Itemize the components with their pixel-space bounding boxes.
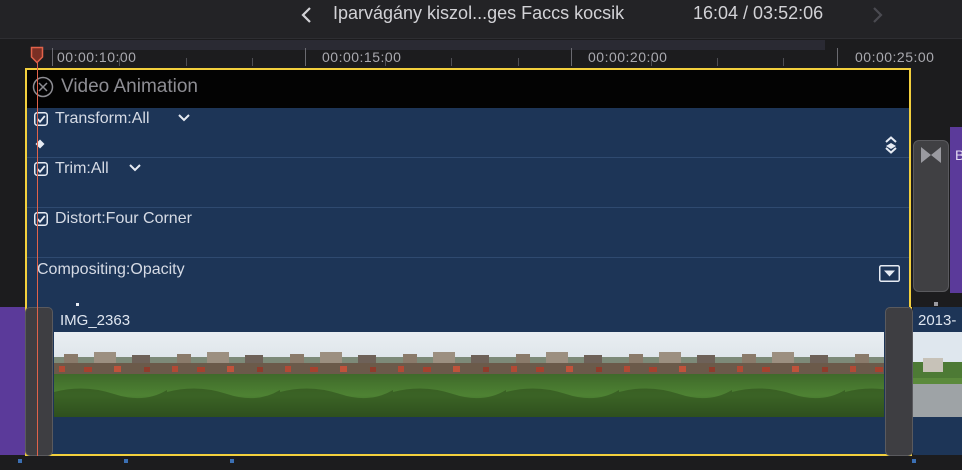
ruler-range-bar (40, 40, 825, 50)
param-row-transform[interactable] (27, 108, 909, 158)
keyframe-marker (76, 303, 79, 306)
ruler-major-tick (305, 48, 306, 66)
ruler-minor-tick (518, 58, 519, 66)
transition-icon (921, 147, 941, 163)
param-label: Transform:All (55, 110, 150, 127)
ruler-minor-tick (717, 58, 718, 66)
chevron-down-icon[interactable] (177, 113, 191, 123)
clip-filmstrip (54, 332, 884, 417)
ruler-minor-tick (451, 58, 452, 66)
playhead-icon[interactable] (30, 46, 44, 64)
marker-dot (18, 459, 22, 463)
marker-dot (230, 459, 234, 463)
ruler-label: 00:00:10:00 (57, 49, 137, 65)
param-label: Distort:Four Corner (55, 210, 192, 227)
timecode-display: 16:04 / 03:52:06 (693, 3, 824, 23)
ruler-minor-tick (783, 58, 784, 66)
ruler-label: 00:00:25:00 (855, 49, 935, 65)
clip-trim-handle-right[interactable] (885, 307, 913, 456)
ruler-label: 00:00:20:00 (588, 49, 668, 65)
connected-clip-label: B (955, 147, 962, 163)
close-icon[interactable] (32, 76, 54, 98)
previous-clip[interactable] (0, 307, 25, 455)
timeline-bottom (0, 456, 962, 470)
next-clip-name: 2013- (918, 312, 957, 329)
marker-dot (912, 459, 916, 463)
ruler-major-tick (52, 48, 53, 66)
clip-trim-handle-left[interactable] (25, 307, 53, 456)
param-label: Trim:All (55, 160, 109, 177)
marker-dot (934, 302, 938, 306)
project-title: Iparvágány kiszol...ges Faccs kocsik (333, 3, 625, 23)
chevron-down-icon[interactable] (128, 163, 142, 173)
ruler-label: 00:00:15:00 (322, 49, 402, 65)
playhead-line[interactable] (37, 62, 38, 470)
keyframe-navigation-icon[interactable] (884, 136, 898, 154)
chevron-right-icon[interactable] (866, 4, 888, 26)
param-label: Compositing:Opacity (37, 261, 185, 278)
chevron-left-icon[interactable] (296, 4, 318, 26)
param-row-trim[interactable] (27, 158, 909, 208)
animation-editor-title: Video Animation (61, 76, 198, 97)
ruler-major-tick (571, 48, 572, 66)
ruler-minor-tick (186, 58, 187, 66)
marker-dot (124, 459, 128, 463)
expand-curve-icon[interactable] (879, 265, 900, 282)
next-clip-thumbnail (913, 332, 962, 417)
clip-name: IMG_2363 (60, 312, 131, 329)
ruler-minor-tick (252, 58, 253, 66)
timeline-gap (911, 68, 962, 126)
ruler-major-tick (837, 48, 838, 66)
